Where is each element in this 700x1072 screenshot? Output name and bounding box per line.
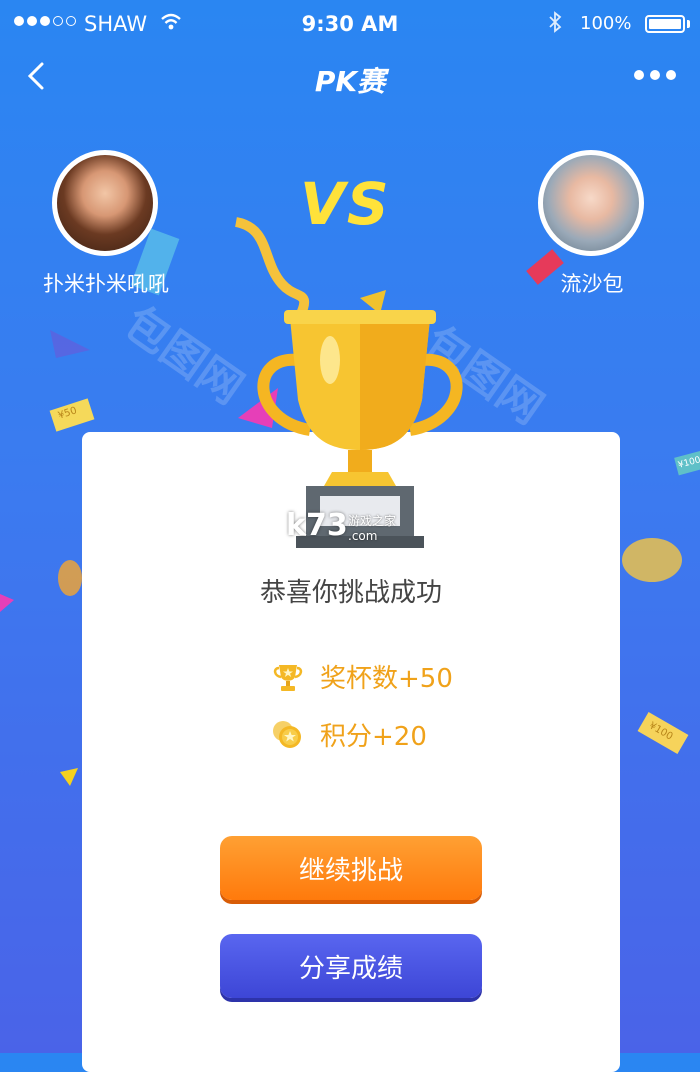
page-title: PK赛: [314, 65, 386, 98]
trophy-icon: [273, 664, 303, 691]
watermark-logo: k73: [286, 508, 348, 543]
battery-icon: [645, 15, 685, 33]
player-right-name: 流沙包: [560, 272, 624, 296]
reward-points-text: 积分+20: [320, 722, 427, 752]
share-score-button[interactable]: 分享成绩: [220, 934, 482, 998]
player-left-name: 扑米扑米吼吼: [43, 272, 169, 296]
reward-points: 积分+20: [270, 716, 427, 753]
coin-icon: [273, 720, 301, 748]
success-message: 恭喜你挑战成功: [259, 578, 442, 608]
player-right-avatar: [538, 150, 644, 256]
vs-label: VS: [300, 170, 391, 238]
reward-trophies-text: 奖杯数+50: [320, 664, 453, 694]
player-left-avatar: [52, 150, 158, 256]
more-button[interactable]: [634, 70, 676, 80]
more-horizontal-icon: [634, 70, 644, 80]
continue-challenge-button[interactable]: 继续挑战: [220, 836, 482, 900]
status-bar: SHAW 9:30 AM 100%: [0, 0, 700, 50]
reward-trophies: 奖杯数+50: [270, 658, 453, 695]
battery-percent: 100%: [580, 13, 632, 34]
watermark-logo-sub: 游戏之家 .com: [348, 514, 397, 543]
bluetooth-icon: [548, 10, 562, 40]
